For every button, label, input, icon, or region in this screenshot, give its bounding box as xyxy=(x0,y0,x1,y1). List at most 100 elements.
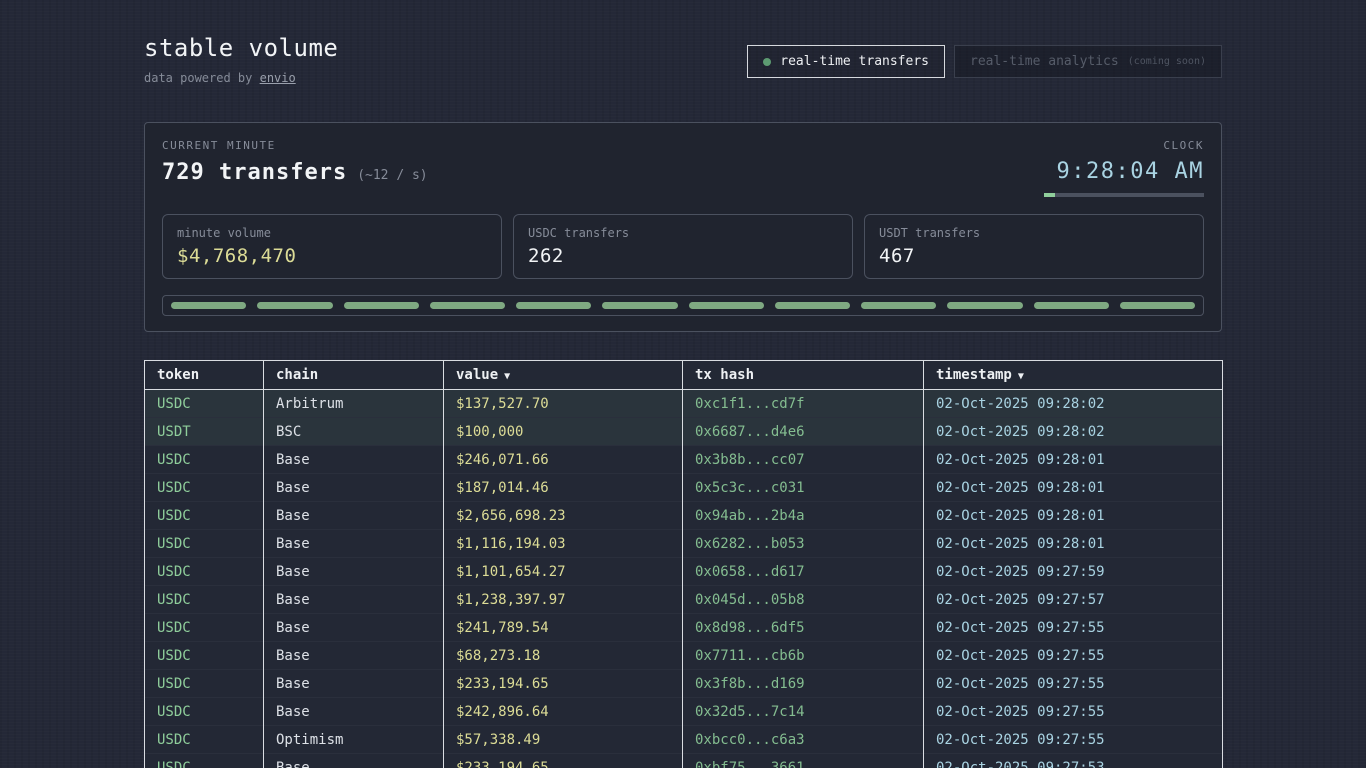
timestamp-cell: 02-Oct-2025 09:27:55 xyxy=(924,642,1223,670)
token-cell: USDC xyxy=(145,558,264,586)
table-row: USDCBase$241,789.540x8d98...6df502-Oct-2… xyxy=(145,614,1223,642)
tx-hash-link[interactable]: 0x0658...d617 xyxy=(683,558,924,586)
value-cell: $137,527.70 xyxy=(444,390,683,418)
stats-top-row: CURRENT MINUTE 729 transfers (~12 / s) C… xyxy=(162,139,1204,197)
table-row: USDCOptimism$57,338.490xbcc0...c6a302-Oc… xyxy=(145,726,1223,754)
tx-hash-link[interactable]: 0xbf75...3661 xyxy=(683,754,924,768)
usdt-transfers-label: USDT transfers xyxy=(879,226,1189,240)
value-cell: $242,896.64 xyxy=(444,698,683,726)
activity-segment xyxy=(689,302,764,309)
activity-segment xyxy=(344,302,419,309)
timestamp-cell: 02-Oct-2025 09:27:55 xyxy=(924,726,1223,754)
current-minute-label: CURRENT MINUTE xyxy=(162,139,428,152)
table-row: USDCBase$233,194.650xbf75...366102-Oct-2… xyxy=(145,754,1223,768)
activity-segment xyxy=(861,302,936,309)
tx-hash-link[interactable]: 0x32d5...7c14 xyxy=(683,698,924,726)
chain-cell: Base xyxy=(264,558,444,586)
tx-hash-link[interactable]: 0x3b8b...cc07 xyxy=(683,446,924,474)
chain-cell: Optimism xyxy=(264,726,444,754)
activity-segment xyxy=(171,302,246,309)
tx-hash-link[interactable]: 0x3f8b...d169 xyxy=(683,670,924,698)
tx-hash-link[interactable]: 0x94ab...2b4a xyxy=(683,502,924,530)
column-label: timestamp xyxy=(936,367,1012,383)
tx-hash-link[interactable]: 0x7711...cb6b xyxy=(683,642,924,670)
usdt-transfers-value: 467 xyxy=(879,245,1189,267)
column-label: value xyxy=(456,367,498,383)
transfers-count: 729 transfers xyxy=(162,160,347,185)
tx-hash-link[interactable]: 0x8d98...6df5 xyxy=(683,614,924,642)
subtitle-text: data powered by xyxy=(144,71,260,85)
tx-hash-link[interactable]: 0xc1f1...cd7f xyxy=(683,390,924,418)
timestamp-cell: 02-Oct-2025 09:27:55 xyxy=(924,614,1223,642)
chain-cell: Base xyxy=(264,642,444,670)
value-cell: $2,656,698.23 xyxy=(444,502,683,530)
token-cell: USDC xyxy=(145,530,264,558)
column-header-chain: chain xyxy=(264,361,444,390)
coming-soon-badge: (coming soon) xyxy=(1128,56,1206,67)
table-row: USDCArbitrum$137,527.700xc1f1...cd7f02-O… xyxy=(145,390,1223,418)
chain-cell: Base xyxy=(264,670,444,698)
tab-realtime-transfers[interactable]: real-time transfers xyxy=(747,45,945,78)
column-header-token: token xyxy=(145,361,264,390)
usdc-transfers-value: 262 xyxy=(528,245,838,267)
table-header-row: token chain value ▼ tx hash timestamp▼ xyxy=(145,361,1223,390)
token-cell: USDT xyxy=(145,418,264,446)
table-row: USDCBase$246,071.660x3b8b...cc0702-Oct-2… xyxy=(145,446,1223,474)
live-dot-icon xyxy=(763,58,771,66)
top-bar: stable volume data powered by envio real… xyxy=(144,0,1222,85)
activity-segment xyxy=(775,302,850,309)
tab-realtime-analytics: real-time analytics (coming soon) xyxy=(954,45,1222,78)
activity-segment xyxy=(430,302,505,309)
value-cell: $57,338.49 xyxy=(444,726,683,754)
value-cell: $233,194.65 xyxy=(444,754,683,768)
token-cell: USDC xyxy=(145,446,264,474)
timestamp-cell: 02-Oct-2025 09:28:01 xyxy=(924,502,1223,530)
timestamp-cell: 02-Oct-2025 09:28:02 xyxy=(924,390,1223,418)
tx-hash-link[interactable]: 0x045d...05b8 xyxy=(683,586,924,614)
envio-link[interactable]: envio xyxy=(260,71,296,85)
minute-volume-label: minute volume xyxy=(177,226,487,240)
table-row: USDTBSC$100,0000x6687...d4e602-Oct-2025 … xyxy=(145,418,1223,446)
transfers-rate: (~12 / s) xyxy=(357,168,427,183)
value-cell: $1,101,654.27 xyxy=(444,558,683,586)
column-header-value[interactable]: value ▼ xyxy=(444,361,683,390)
transfers-line: 729 transfers (~12 / s) xyxy=(162,160,428,185)
table-row: USDCBase$242,896.640x32d5...7c1402-Oct-2… xyxy=(145,698,1223,726)
tab-label: real-time analytics xyxy=(970,54,1119,69)
table-row: USDCBase$233,194.650x3f8b...d16902-Oct-2… xyxy=(145,670,1223,698)
token-cell: USDC xyxy=(145,502,264,530)
column-header-tx-hash: tx hash xyxy=(683,361,924,390)
current-minute-card: CURRENT MINUTE 729 transfers (~12 / s) C… xyxy=(144,122,1222,332)
value-cell: $246,071.66 xyxy=(444,446,683,474)
transfers-table-wrap: token chain value ▼ tx hash timestamp▼ US… xyxy=(144,360,1222,768)
timestamp-cell: 02-Oct-2025 09:27:55 xyxy=(924,670,1223,698)
token-cell: USDC xyxy=(145,390,264,418)
timestamp-cell: 02-Oct-2025 09:27:53 xyxy=(924,754,1223,768)
token-cell: USDC xyxy=(145,474,264,502)
sort-desc-icon: ▼ xyxy=(504,371,510,382)
timestamp-cell: 02-Oct-2025 09:28:01 xyxy=(924,474,1223,502)
column-header-timestamp[interactable]: timestamp▼ xyxy=(924,361,1223,390)
token-cell: USDC xyxy=(145,754,264,768)
activity-segment xyxy=(257,302,332,309)
value-cell: $1,116,194.03 xyxy=(444,530,683,558)
minute-volume-card: minute volume $4,768,470 xyxy=(162,214,502,279)
tx-hash-link[interactable]: 0xbcc0...c6a3 xyxy=(683,726,924,754)
chain-cell: Base xyxy=(264,754,444,768)
timestamp-cell: 02-Oct-2025 09:28:01 xyxy=(924,530,1223,558)
activity-segment xyxy=(1120,302,1195,309)
token-cell: USDC xyxy=(145,586,264,614)
chain-cell: Base xyxy=(264,502,444,530)
value-cell: $187,014.46 xyxy=(444,474,683,502)
value-cell: $241,789.54 xyxy=(444,614,683,642)
activity-segment xyxy=(947,302,1022,309)
timestamp-cell: 02-Oct-2025 09:28:02 xyxy=(924,418,1223,446)
tx-hash-link[interactable]: 0x6687...d4e6 xyxy=(683,418,924,446)
chain-cell: BSC xyxy=(264,418,444,446)
token-cell: USDC xyxy=(145,642,264,670)
value-cell: $233,194.65 xyxy=(444,670,683,698)
tx-hash-link[interactable]: 0x6282...b053 xyxy=(683,530,924,558)
chain-cell: Base xyxy=(264,530,444,558)
tx-hash-link[interactable]: 0x5c3c...c031 xyxy=(683,474,924,502)
chain-cell: Base xyxy=(264,586,444,614)
